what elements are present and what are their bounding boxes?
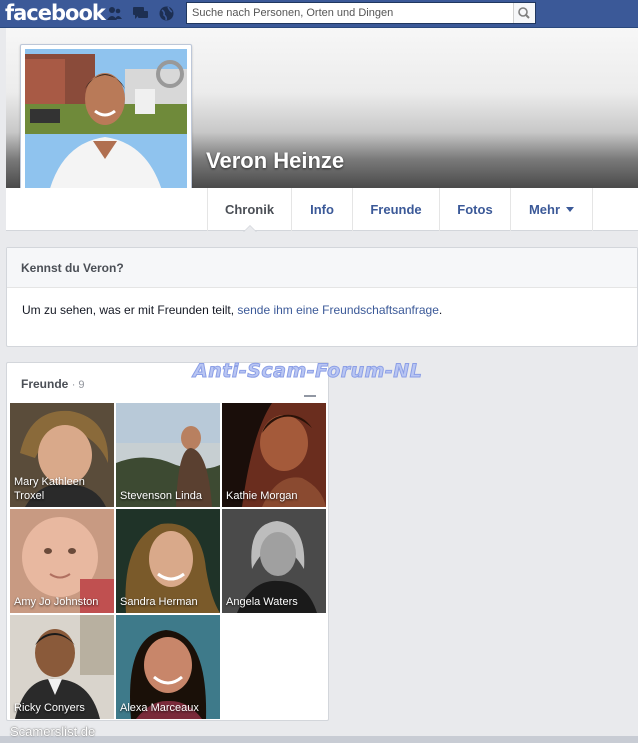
search-input[interactable]: [187, 3, 509, 23]
profile-name[interactable]: Veron Heinze: [206, 148, 344, 174]
know-person-prefix: Um zu sehen, was er mit Freunden teilt,: [22, 303, 238, 317]
tab-freunde-label: Freunde: [370, 202, 422, 217]
tab-chronik[interactable]: Chronik: [207, 188, 291, 232]
tab-mehr[interactable]: Mehr: [510, 188, 593, 231]
friend-name: Mary Kathleen Troxel: [14, 476, 85, 502]
friend-request-link[interactable]: sende ihm eine Freundschaftsanfrage: [237, 303, 438, 317]
search-button[interactable]: [513, 3, 535, 23]
chevron-down-icon: [566, 207, 575, 212]
search-icon: [518, 7, 530, 19]
messages-icon[interactable]: [132, 5, 149, 22]
friend-name: Amy Jo Johnston: [14, 596, 99, 608]
know-person-card: Kennst du Veron? Um zu sehen, was er mit…: [6, 247, 638, 347]
friend-tile[interactable]: Mary Kathleen Troxel: [10, 403, 114, 507]
friends-icon[interactable]: [106, 5, 123, 22]
search-box[interactable]: [186, 2, 536, 24]
tab-fotos[interactable]: Fotos: [439, 188, 510, 231]
friend-tile[interactable]: Angela Waters: [222, 509, 326, 613]
friends-count: · 9: [71, 379, 85, 391]
friend-tile[interactable]: Amy Jo Johnston: [10, 509, 114, 613]
minimize-icon[interactable]: [304, 395, 316, 397]
friend-tile[interactable]: Alexa Marceaux: [116, 615, 220, 719]
friend-tile[interactable]: Kathie Morgan: [222, 403, 326, 507]
tab-info[interactable]: Info: [291, 188, 352, 231]
friends-box: Freunde · 9 Mary Kathleen Troxel Stevenso…: [6, 362, 329, 721]
top-bar: facebook: [0, 0, 638, 28]
tab-mehr-label: Mehr: [528, 202, 561, 217]
know-person-text: Um zu sehen, was er mit Freunden teilt, …: [7, 288, 637, 317]
tab-fotos-label: Fotos: [457, 202, 493, 217]
friend-name: Alexa Marceaux: [120, 702, 199, 714]
know-person-title: Kennst du Veron?: [7, 248, 637, 288]
tab-info-label: Info: [310, 202, 334, 217]
footer-watermark: Scamerslist.de: [10, 724, 96, 739]
friend-name: Sandra Herman: [120, 596, 198, 608]
profile-picture: [25, 49, 187, 211]
know-person-suffix: .: [438, 303, 443, 317]
profile-nav: Chronik Info Freunde Fotos Mehr: [6, 188, 638, 232]
globe-icon[interactable]: [158, 5, 175, 22]
bottom-strip: [0, 736, 638, 743]
watermark: Anti-Scam-Forum-NL: [192, 360, 423, 383]
facebook-logo[interactable]: facebook: [5, 1, 106, 25]
friend-tile[interactable]: Ricky Conyers: [10, 615, 114, 719]
friends-title[interactable]: Freunde · 9: [21, 377, 85, 391]
tab-chronik-label: Chronik: [224, 202, 275, 217]
friend-name: Stevenson Linda: [120, 490, 202, 502]
friend-name: Kathie Morgan: [226, 490, 298, 502]
friend-tile[interactable]: Sandra Herman: [116, 509, 220, 613]
friend-name: Ricky Conyers: [14, 702, 85, 714]
friends-title-label: Freunde: [21, 377, 69, 391]
friend-name: Angela Waters: [226, 596, 298, 608]
friend-tile[interactable]: Stevenson Linda: [116, 403, 220, 507]
active-tab-pointer: [243, 225, 257, 232]
tab-freunde[interactable]: Freunde: [352, 188, 439, 231]
